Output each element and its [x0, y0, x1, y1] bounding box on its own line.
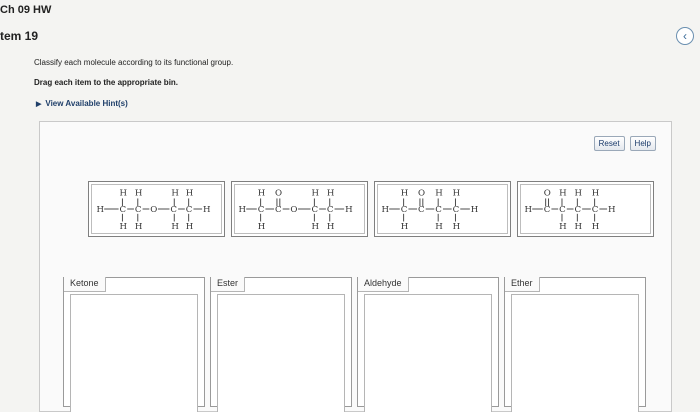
svg-text:H: H	[186, 189, 194, 199]
svg-text:H: H	[559, 189, 567, 199]
svg-text:H: H	[592, 222, 600, 232]
molecule-tile[interactable]: OH HH H C C C C H HHH	[517, 181, 654, 237]
svg-text:H: H	[435, 222, 443, 232]
svg-text:C: C	[418, 205, 425, 215]
molecule-structure: HO HH H C C C C H H HH	[377, 184, 508, 234]
toolbar: Reset Help	[593, 136, 656, 151]
molecule-diagram: HO HH H C C C C H H HH	[382, 189, 479, 233]
svg-text:H: H	[592, 189, 600, 199]
bin-aldehyde[interactable]: Aldehyde	[357, 277, 499, 412]
svg-text:H: H	[327, 189, 335, 199]
hints-toggle[interactable]: ▶ View Available Hint(s)	[36, 99, 128, 108]
bin-drop-area[interactable]	[511, 294, 639, 412]
svg-text:O: O	[275, 189, 282, 199]
svg-text:C: C	[544, 205, 551, 215]
svg-text:H: H	[171, 222, 179, 232]
activity-panel: Reset Help HH HH H C C O C C H H H H H H…	[39, 121, 672, 412]
svg-text:H: H	[574, 189, 582, 199]
svg-text:C: C	[559, 205, 566, 215]
bin-row: Ketone Ester Aldehyde Ether	[63, 277, 646, 412]
svg-text:H: H	[258, 189, 266, 199]
molecule-diagram: OH HH H C C C C H HHH	[525, 189, 617, 233]
svg-text:O: O	[418, 189, 425, 199]
svg-text:H: H	[382, 205, 390, 215]
header-title: Ch 09 HW	[0, 4, 52, 16]
svg-text:C: C	[258, 205, 265, 215]
svg-text:C: C	[120, 205, 127, 215]
instruction-drag: Drag each item to the appropriate bin.	[34, 78, 179, 87]
instruction-classify: Classify each molecule according to its …	[34, 58, 234, 67]
molecule-diagram: HO HH H C C O C C H H HH	[239, 189, 354, 233]
svg-text:O: O	[150, 205, 157, 215]
svg-text:C: C	[327, 205, 334, 215]
svg-text:C: C	[186, 205, 193, 215]
svg-text:H: H	[258, 222, 266, 232]
svg-text:H: H	[345, 205, 353, 215]
svg-text:H: H	[135, 222, 143, 232]
back-button[interactable]: ‹	[676, 27, 694, 45]
svg-text:H: H	[120, 189, 128, 199]
svg-text:C: C	[135, 205, 142, 215]
svg-text:H: H	[435, 189, 443, 199]
svg-text:O: O	[544, 189, 551, 199]
hints-label: View Available Hint(s)	[45, 99, 128, 108]
svg-text:H: H	[401, 189, 409, 199]
bin-label: Ether	[505, 277, 540, 292]
svg-text:C: C	[574, 205, 581, 215]
svg-text:C: C	[401, 205, 408, 215]
svg-text:H: H	[453, 222, 461, 232]
svg-text:H: H	[186, 222, 194, 232]
svg-text:C: C	[275, 205, 282, 215]
bin-label: Ketone	[64, 277, 106, 292]
chevron-left-icon: ‹	[683, 29, 687, 43]
bin-drop-area[interactable]	[364, 294, 492, 412]
svg-text:H: H	[312, 189, 320, 199]
molecule-structure: OH HH H C C C C H HHH	[520, 184, 651, 234]
svg-text:H: H	[453, 189, 461, 199]
molecule-tile[interactable]: HH HH H C C O C C H HH HH	[88, 181, 225, 237]
svg-text:C: C	[312, 205, 319, 215]
svg-text:H: H	[559, 222, 567, 232]
bin-ether[interactable]: Ether	[504, 277, 646, 412]
svg-text:C: C	[435, 205, 442, 215]
svg-text:H: H	[239, 205, 247, 215]
bin-drop-area[interactable]	[217, 294, 345, 412]
help-button[interactable]: Help	[629, 136, 656, 151]
bin-label: Aldehyde	[358, 277, 409, 292]
svg-text:H: H	[471, 205, 479, 215]
bin-label: Ester	[211, 277, 246, 292]
svg-text:H: H	[608, 205, 616, 215]
triangle-right-icon: ▶	[36, 100, 42, 108]
molecule-structure: HO HH H C C O C C H H HH	[234, 184, 365, 234]
bin-ketone[interactable]: Ketone	[63, 277, 205, 412]
reset-button[interactable]: Reset	[593, 136, 625, 151]
svg-text:H: H	[135, 189, 143, 199]
svg-text:H: H	[97, 205, 105, 215]
svg-text:H: H	[171, 189, 179, 199]
svg-text:C: C	[170, 205, 177, 215]
bin-ester[interactable]: Ester	[210, 277, 352, 412]
svg-text:O: O	[290, 205, 297, 215]
svg-text:H: H	[120, 222, 128, 232]
svg-text:H: H	[401, 222, 409, 232]
svg-text:H: H	[203, 205, 211, 215]
molecule-structure: HH HH H C C O C C H HH HH	[91, 184, 222, 234]
svg-text:H: H	[327, 222, 335, 232]
molecule-tray: HH HH H C C O C C H HH HH H O H H H C C …	[88, 181, 654, 237]
svg-text:H: H	[574, 222, 582, 232]
svg-text:C: C	[592, 205, 599, 215]
svg-text:C: C	[453, 205, 460, 215]
molecule-tile[interactable]: HO HH H C C O C C H H HH	[231, 181, 368, 237]
svg-text:H: H	[525, 205, 533, 215]
bin-drop-area[interactable]	[70, 294, 198, 412]
svg-text:H: H	[312, 222, 320, 232]
molecule-diagram: HH HH H C C O C C H HH HH	[97, 189, 212, 233]
molecule-tile[interactable]: HO HH H C C C C H H HH	[374, 181, 511, 237]
item-title: tem 19	[0, 29, 39, 43]
